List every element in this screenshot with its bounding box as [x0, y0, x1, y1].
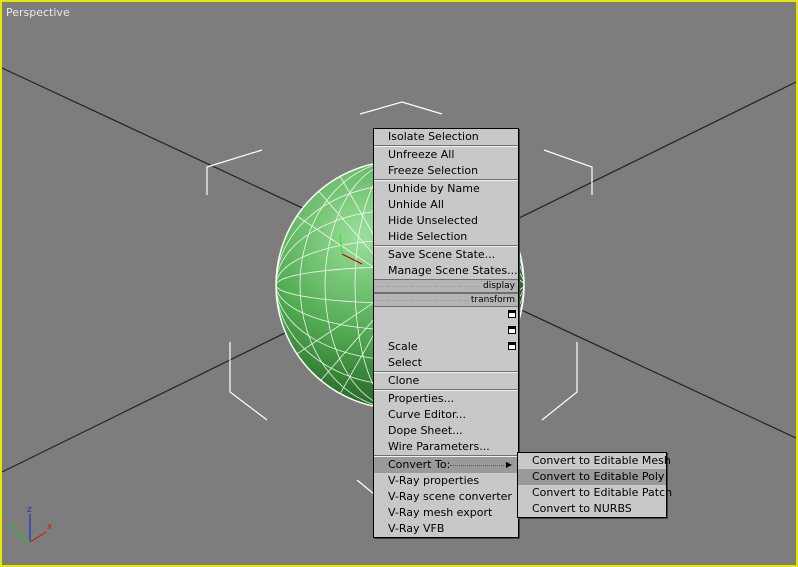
viewport-label[interactable]: Perspective	[6, 6, 70, 19]
box-icon[interactable]	[508, 326, 516, 334]
menu-item-hide-unselected[interactable]: Hide Unselected	[374, 213, 518, 229]
menu-item-vray-mesh-export[interactable]: V-Ray mesh export	[374, 505, 518, 521]
submenu-arrow-icon: ▶	[505, 460, 512, 469]
quad-title-display[interactable]: display	[374, 279, 518, 293]
menu-item-convert-nurbs[interactable]: Convert to NURBS	[518, 501, 666, 517]
menu-item-select[interactable]: Select	[374, 355, 518, 371]
axis-label-x: x	[47, 522, 53, 532]
quad-title-transform[interactable]: transform	[374, 293, 518, 307]
dotted-leader	[450, 465, 504, 466]
menu-item-move[interactable]	[374, 307, 518, 323]
box-icon[interactable]	[508, 310, 516, 318]
menu-item-unfreeze-all[interactable]: Unfreeze All	[374, 147, 518, 163]
menu-item-vray-properties[interactable]: V-Ray properties	[374, 473, 518, 489]
menu-item-isolate-selection[interactable]: Isolate Selection	[374, 129, 518, 145]
menu-item-unhide-all[interactable]: Unhide All	[374, 197, 518, 213]
menu-item-hide-selection[interactable]: Hide Selection	[374, 229, 518, 245]
menu-item-clone[interactable]: Clone	[374, 373, 518, 389]
axis-tripod: z x y	[11, 505, 53, 543]
axis-label-z: z	[27, 505, 32, 515]
axis-label-y: y	[11, 522, 17, 532]
menu-item-save-scene-state[interactable]: Save Scene State...	[374, 247, 518, 263]
menu-item-convert-editable-mesh[interactable]: Convert to Editable Mesh	[518, 453, 671, 469]
menu-item-convert-editable-poly[interactable]: Convert to Editable Poly	[518, 469, 666, 485]
menu-item-freeze-selection[interactable]: Freeze Selection	[374, 163, 518, 179]
menu-item-properties[interactable]: Properties...	[374, 391, 518, 407]
quad-title-transform-label: transform	[468, 295, 515, 305]
menu-item-scale[interactable]: Scale	[374, 339, 518, 355]
menu-item-dope-sheet[interactable]: Dope Sheet...	[374, 423, 518, 439]
convert-to-label: Convert To:	[388, 458, 451, 471]
menu-item-manage-scene-states[interactable]: Manage Scene States...	[374, 263, 518, 279]
menu-item-vray-vfb[interactable]: V-Ray VFB	[374, 521, 518, 537]
menu-item-convert-to[interactable]: Convert To: ▶	[374, 457, 518, 473]
menu-item-wire-parameters[interactable]: Wire Parameters...	[374, 439, 518, 455]
convert-to-submenu: Convert to Editable Mesh Convert to Edit…	[517, 452, 672, 518]
menu-item-unhide-by-name[interactable]: Unhide by Name	[374, 181, 518, 197]
menu-item-rotate[interactable]	[374, 323, 518, 339]
menu-item-curve-editor[interactable]: Curve Editor...	[374, 407, 518, 423]
menu-item-vray-scene-converter[interactable]: V-Ray scene converter	[374, 489, 518, 505]
menu-item-convert-editable-patch[interactable]: Convert to Editable Patch	[518, 485, 672, 501]
quad-menu: Isolate Selection Unfreeze All Freeze Se…	[373, 128, 519, 538]
quad-title-display-label: display	[481, 281, 515, 291]
